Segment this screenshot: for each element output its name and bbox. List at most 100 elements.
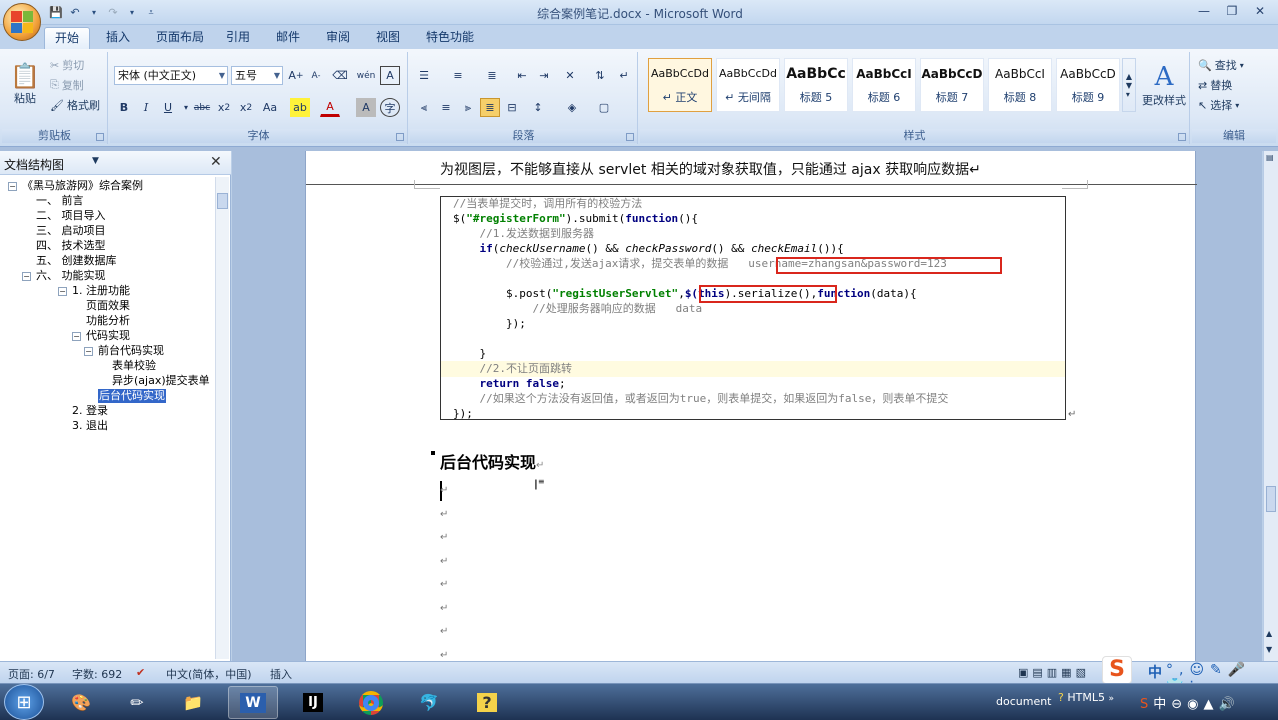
show-marks-icon[interactable]: ↵: [614, 66, 634, 85]
nav-item[interactable]: 四、 技术选型: [36, 239, 106, 253]
taskbar-help[interactable]: ?: [462, 686, 512, 719]
distributed-icon[interactable]: ⊟: [502, 98, 522, 117]
word-count[interactable]: 字数: 692: [72, 666, 122, 682]
undo-icon[interactable]: ↶: [67, 5, 83, 21]
tab-insert[interactable]: 插入: [96, 27, 140, 49]
style-normal[interactable]: AaBbCcDd ↵ 正文: [648, 58, 712, 112]
line-spacing-icon[interactable]: ↕: [528, 98, 548, 117]
dialog-launcher-icon[interactable]: [96, 133, 104, 141]
taskbar-chrome[interactable]: [346, 686, 396, 719]
vertical-scrollbar[interactable]: ▤ ▲ ▼: [1263, 151, 1278, 661]
taskbar-app-dolphin[interactable]: 🐬: [404, 686, 454, 719]
next-page-icon[interactable]: ▼: [1266, 645, 1272, 654]
borders-icon[interactable]: ▢: [594, 98, 614, 117]
restore-button[interactable]: ❐: [1218, 2, 1246, 20]
nav-item[interactable]: 2. 登录: [72, 404, 108, 418]
style-no-spacing[interactable]: AaBbCcDd ↵ 无间隔: [716, 58, 780, 112]
language-indicator[interactable]: 中文(简体，中国): [166, 666, 252, 682]
tab-mailings[interactable]: 邮件: [266, 27, 310, 49]
taskbar-intellij[interactable]: IJ: [288, 686, 338, 719]
tab-references[interactable]: 引用: [216, 27, 260, 49]
dialog-launcher-icon[interactable]: [1178, 133, 1186, 141]
start-button[interactable]: ⊞: [4, 684, 44, 720]
style-heading-6[interactable]: AaBbCcI 标题 6: [852, 58, 916, 112]
cut-button[interactable]: ✂ 剪切: [50, 56, 84, 74]
strikethrough-icon[interactable]: abc: [192, 98, 212, 117]
tray-html5-label[interactable]: ? HTML5 »: [1058, 691, 1114, 704]
ime-mode[interactable]: 中: [1148, 662, 1162, 682]
tree-toggle-icon[interactable]: −: [58, 287, 67, 296]
style-heading-9[interactable]: AaBbCcD 标题 9: [1056, 58, 1120, 112]
taskbar-explorer[interactable]: 📁: [168, 686, 218, 719]
redo-icon[interactable]: ↷: [105, 5, 121, 21]
dropdown-icon[interactable]: ▾: [124, 5, 140, 21]
change-case-icon[interactable]: Aa: [260, 98, 280, 117]
nav-item[interactable]: 表单校验: [112, 359, 156, 373]
shrink-font-icon[interactable]: A-: [306, 66, 326, 85]
multilevel-list-icon[interactable]: ≣: [482, 66, 502, 85]
nav-item[interactable]: 三、 启动项目: [36, 224, 106, 238]
tab-page-layout[interactable]: 页面布局: [146, 27, 214, 49]
sogou-ime-icon[interactable]: S: [1102, 656, 1132, 684]
nav-item[interactable]: 《黑马旅游网》综合案例: [22, 179, 143, 193]
shading-icon[interactable]: ◈: [562, 98, 582, 117]
nav-item[interactable]: 异步(ajax)提交表单: [112, 374, 210, 388]
dialog-launcher-icon[interactable]: [396, 133, 404, 141]
increase-indent-icon[interactable]: ⇥: [534, 66, 554, 85]
align-right-icon[interactable]: ⫸: [458, 98, 478, 117]
dropdown-icon[interactable]: ▾: [86, 5, 102, 21]
ruler-toggle-icon[interactable]: ▤: [1266, 153, 1274, 162]
grow-font-icon[interactable]: A +: [286, 66, 306, 85]
tray-document-label[interactable]: document: [996, 695, 1052, 708]
tab-review[interactable]: 审阅: [316, 27, 360, 49]
taskbar-app-1[interactable]: 🎨: [56, 686, 106, 719]
find-button[interactable]: 🔍 查找 ▾: [1198, 56, 1244, 74]
change-styles-button[interactable]: A 更改样式: [1140, 56, 1188, 114]
customize-qat-icon[interactable]: ⩡: [143, 5, 159, 21]
tree-toggle-icon[interactable]: −: [22, 272, 31, 281]
underline-icon[interactable]: U: [158, 98, 178, 117]
tab-home[interactable]: 开始: [44, 27, 91, 49]
nav-item[interactable]: 1. 注册功能: [72, 284, 130, 298]
scroll-thumb[interactable]: [217, 193, 228, 209]
enclose-char-icon[interactable]: 字: [380, 98, 400, 117]
font-size-combo[interactable]: 五号 ▼: [231, 66, 283, 85]
nav-item[interactable]: 3. 退出: [72, 419, 108, 433]
close-icon[interactable]: ✕: [210, 154, 222, 170]
tray-icons[interactable]: S中⊖◉▲🔊: [1140, 693, 1240, 712]
nav-item[interactable]: 六、 功能实现: [36, 269, 106, 283]
taskbar-word[interactable]: W: [228, 686, 278, 719]
minimize-button[interactable]: —: [1190, 2, 1218, 20]
style-heading-8[interactable]: AaBbCcI 标题 8: [988, 58, 1052, 112]
justify-icon[interactable]: ≣: [480, 98, 500, 117]
prev-page-icon[interactable]: ▲: [1266, 629, 1272, 638]
tree-toggle-icon[interactable]: −: [8, 182, 17, 191]
format-painter-button[interactable]: 🖌 格式刷: [50, 96, 100, 114]
tree-toggle-icon[interactable]: −: [72, 332, 81, 341]
decrease-indent-icon[interactable]: ⇤: [512, 66, 532, 85]
nav-scrollbar[interactable]: [215, 177, 229, 659]
page-indicator[interactable]: 页面: 6/7: [8, 666, 55, 682]
bold-icon[interactable]: B: [114, 98, 134, 117]
copy-button[interactable]: ⎘ 复制: [50, 76, 84, 94]
save-icon[interactable]: 💾: [48, 5, 64, 21]
italic-icon[interactable]: I: [136, 98, 156, 117]
tab-special[interactable]: 特色功能: [416, 27, 484, 49]
subscript-icon[interactable]: x2: [214, 98, 234, 117]
replace-button[interactable]: ⇄ 替换: [1198, 76, 1232, 94]
scroll-thumb[interactable]: [1266, 486, 1276, 512]
phonetic-guide-icon[interactable]: wén: [356, 66, 376, 85]
font-color-icon[interactable]: A: [320, 98, 340, 117]
chinese-layout-icon[interactable]: ✕: [560, 66, 580, 85]
tree-toggle-icon[interactable]: −: [84, 347, 93, 356]
align-left-icon[interactable]: ⫷: [414, 98, 434, 117]
nav-item[interactable]: 后台代码实现: [98, 389, 166, 403]
paste-button[interactable]: 📋 粘贴: [6, 56, 44, 112]
nav-item[interactable]: 二、 项目导入: [36, 209, 106, 223]
tab-view[interactable]: 视图: [366, 27, 410, 49]
font-name-combo[interactable]: 宋体 (中文正文) ▼: [114, 66, 228, 85]
numbering-icon[interactable]: ≡: [448, 66, 468, 85]
style-heading-5[interactable]: AaBbCc 标题 5: [784, 58, 848, 112]
nav-item[interactable]: 功能分析: [86, 314, 130, 328]
clear-format-icon[interactable]: ⌫: [330, 66, 350, 85]
